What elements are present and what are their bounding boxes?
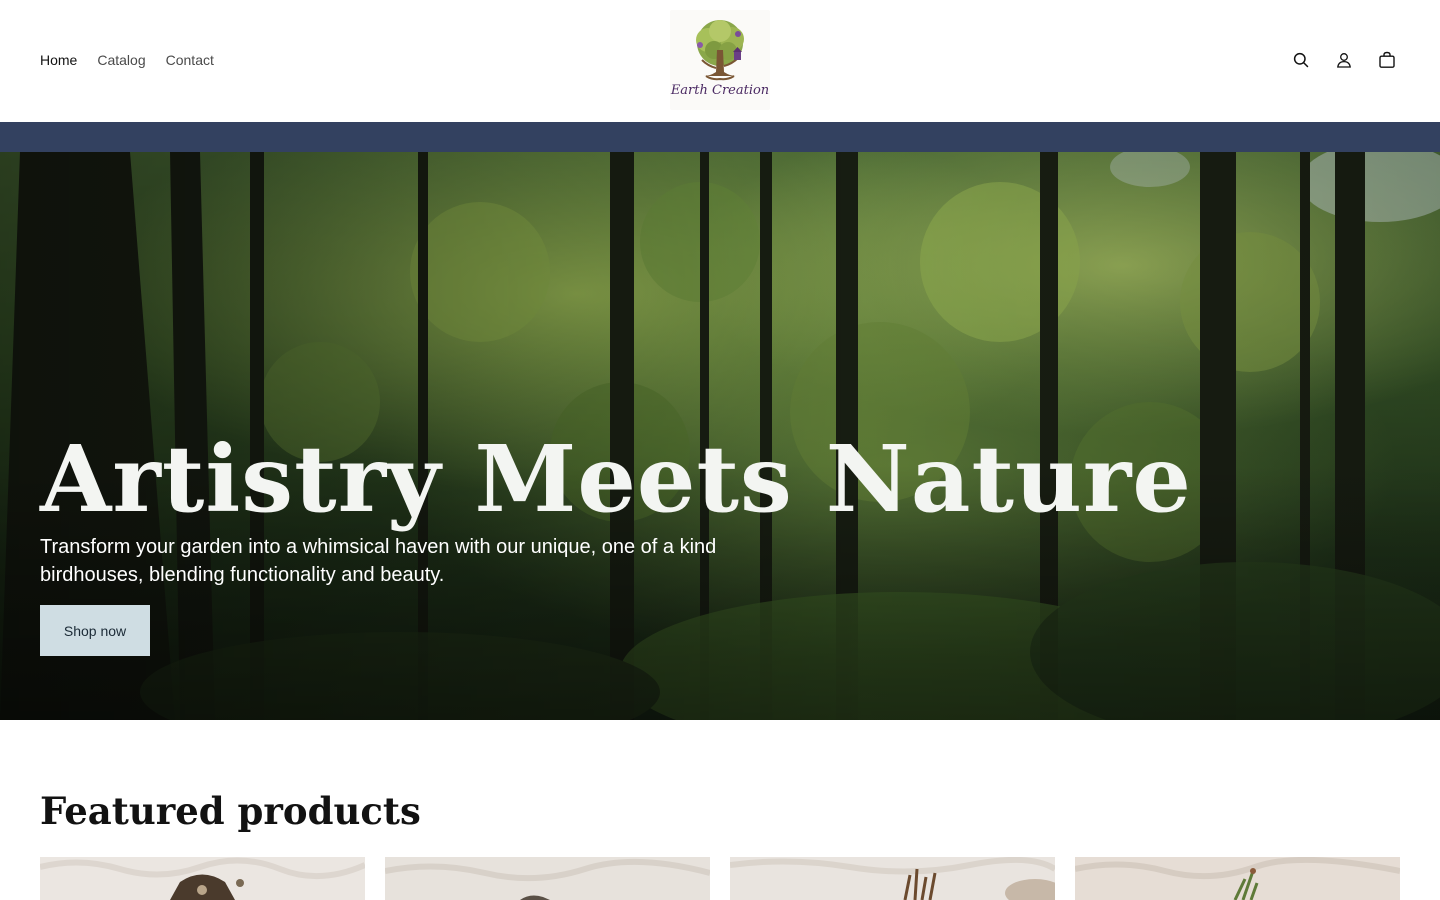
- header-icons: [1291, 49, 1396, 71]
- account-icon[interactable]: [1334, 49, 1353, 71]
- product-image: [1075, 857, 1400, 900]
- product-image: [385, 857, 710, 900]
- product-card[interactable]: [385, 857, 710, 900]
- shop-now-button[interactable]: Shop now: [40, 605, 150, 656]
- product-grid: [40, 857, 1400, 900]
- search-icon[interactable]: [1291, 49, 1310, 71]
- nav-catalog-link[interactable]: Catalog: [97, 50, 145, 70]
- product-image: [40, 857, 365, 900]
- hero-banner: Artistry Meets Nature Transform your gar…: [0, 152, 1440, 720]
- cart-icon[interactable]: [1377, 49, 1396, 71]
- featured-products-heading: Featured products: [40, 789, 421, 833]
- nav-contact-link[interactable]: Contact: [166, 50, 214, 70]
- hero-description: Transform your garden into a whimsical h…: [40, 536, 717, 586]
- site-logo[interactable]: Earth Creation: [670, 10, 770, 110]
- announcement-bar: [0, 122, 1440, 152]
- nav-home-link[interactable]: Home: [40, 50, 77, 70]
- product-card[interactable]: [40, 857, 365, 900]
- product-card[interactable]: [1075, 857, 1400, 900]
- svg-text:Earth Creation: Earth Creation: [670, 83, 769, 98]
- main-nav: Home Catalog Contact: [40, 50, 214, 70]
- tree-logo-icon: Earth Creation: [670, 20, 769, 98]
- product-image: [730, 857, 1055, 900]
- site-header: Home Catalog Contact Earth Creation: [0, 0, 1440, 122]
- hero-title: Artistry Meets Nature: [40, 425, 1192, 533]
- product-card[interactable]: [730, 857, 1055, 900]
